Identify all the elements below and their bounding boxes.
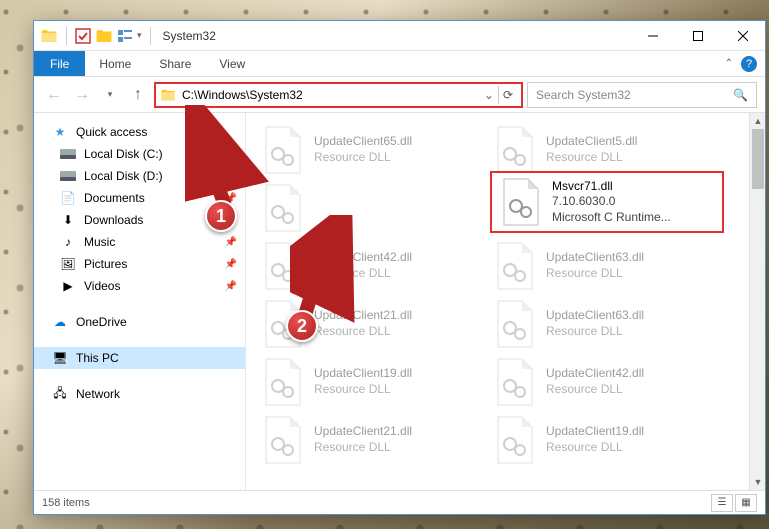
- quick-access-toolbar: ▾: [40, 27, 155, 45]
- file-item[interactable]: UpdateClient21.dllResource DLL: [254, 411, 486, 469]
- recent-locations-button[interactable]: ▾: [98, 83, 122, 107]
- nav-pictures[interactable]: 🖼 Pictures📌: [34, 253, 245, 275]
- scroll-thumb[interactable]: [752, 129, 764, 189]
- drive-icon: [60, 168, 76, 184]
- minimize-button[interactable]: [630, 21, 675, 51]
- pin-icon: 📌: [225, 149, 237, 160]
- forward-button[interactable]: →: [70, 83, 94, 107]
- file-item[interactable]: UpdateClient19.dllResource DLL: [254, 353, 486, 411]
- pin-icon: 📌: [225, 237, 237, 248]
- file-item[interactable]: UpdateClient19.dllResource DLL: [486, 411, 718, 469]
- scrollbar[interactable]: ▲ ▼: [749, 113, 765, 490]
- new-folder-icon[interactable]: [95, 27, 113, 45]
- scroll-down-icon[interactable]: ▼: [750, 474, 765, 490]
- tab-view[interactable]: View: [205, 51, 259, 76]
- qat-separator: [66, 27, 67, 45]
- nav-local-disk-d[interactable]: Local Disk (D:)📌: [34, 165, 245, 187]
- nav-videos[interactable]: ▶ Videos📌: [34, 275, 245, 297]
- search-placeholder: Search System32: [536, 88, 733, 102]
- scroll-up-icon[interactable]: ▲: [750, 113, 765, 129]
- titlebar: ▾ System32: [34, 21, 765, 51]
- details-view-button[interactable]: ☰: [711, 494, 733, 512]
- status-bar: 158 items ☰ ▦: [34, 490, 765, 514]
- downloads-icon: ⬇: [60, 212, 76, 228]
- music-icon: ♪: [60, 234, 76, 250]
- search-input[interactable]: Search System32 🔍: [527, 82, 757, 108]
- item-count: 158 items: [42, 497, 90, 509]
- maximize-button[interactable]: [675, 21, 720, 51]
- tab-home[interactable]: Home: [85, 51, 145, 76]
- address-bar[interactable]: C:\Windows\System32 ⌄ ⟳: [154, 82, 523, 108]
- file-item[interactable]: UpdateClient65.dllResource DLL: [254, 121, 486, 179]
- file-item[interactable]: UpdateClient42.dllResource DLL: [254, 237, 486, 295]
- window-title: System32: [163, 29, 216, 43]
- file-item-highlighted[interactable]: Msvcr71.dll 7.10.6030.0 Microsoft C Runt…: [490, 171, 724, 233]
- help-icon[interactable]: ?: [741, 56, 757, 72]
- file-name: Msvcr71.dll: [552, 179, 671, 195]
- tab-share[interactable]: Share: [145, 51, 205, 76]
- quick-access-header[interactable]: ★ Quick access: [34, 121, 245, 143]
- pc-icon: 🖥: [52, 350, 68, 366]
- qat-separator: [150, 27, 151, 45]
- star-icon: ★: [52, 124, 68, 140]
- documents-icon: 📄: [60, 190, 76, 206]
- address-bar-row: ← → ▾ ↑ C:\Windows\System32 ⌄ ⟳ Search S…: [34, 77, 765, 113]
- network-icon: 🖧: [52, 386, 68, 402]
- file-desc: Microsoft C Runtime...: [552, 210, 671, 226]
- nav-network[interactable]: 🖧 Network: [34, 383, 245, 405]
- search-icon: 🔍: [733, 88, 748, 102]
- dll-icon: [500, 178, 542, 226]
- pin-icon: 📌: [225, 259, 237, 270]
- file-version: 7.10.6030.0: [552, 194, 671, 210]
- window-controls: [630, 21, 765, 51]
- file-item[interactable]: UpdateClient42.dllResource DLL: [486, 353, 718, 411]
- videos-icon: ▶: [60, 278, 76, 294]
- qat-dropdown-icon[interactable]: ▾: [137, 30, 142, 41]
- icons-view-button[interactable]: ▦: [735, 494, 757, 512]
- refresh-icon[interactable]: ⟳: [503, 88, 513, 102]
- nav-onedrive[interactable]: ☁ OneDrive: [34, 311, 245, 333]
- callout-1: 1: [205, 200, 237, 232]
- explorer-window: ▾ System32 File Home Share View ⌃ ? ← → …: [33, 20, 766, 515]
- close-button[interactable]: [720, 21, 765, 51]
- body: ★ Quick access Local Disk (C:)📌 Local Di…: [34, 113, 765, 490]
- file-item[interactable]: UpdateClient63.dllResource DLL: [486, 295, 718, 353]
- callout-2: 2: [286, 310, 318, 342]
- folder-icon: [160, 87, 176, 103]
- file-tab[interactable]: File: [34, 51, 85, 76]
- navigation-pane: ★ Quick access Local Disk (C:)📌 Local Di…: [34, 113, 246, 490]
- folder-icon: [40, 27, 58, 45]
- up-button[interactable]: ↑: [126, 83, 150, 107]
- pin-icon: 📌: [225, 171, 237, 182]
- drive-icon: [60, 146, 76, 162]
- address-dropdown-icon[interactable]: ⌄: [484, 88, 494, 102]
- nav-this-pc[interactable]: 🖥 This PC: [34, 347, 245, 369]
- ribbon-tabs: File Home Share View ⌃ ?: [34, 51, 765, 77]
- file-item[interactable]: [254, 179, 486, 237]
- pictures-icon: 🖼: [60, 256, 76, 272]
- cloud-icon: ☁: [52, 314, 68, 330]
- address-path: C:\Windows\System32: [182, 88, 480, 102]
- pin-icon: 📌: [225, 281, 237, 292]
- checkbox-icon[interactable]: [75, 28, 91, 44]
- nav-local-disk-c[interactable]: Local Disk (C:)📌: [34, 143, 245, 165]
- file-item[interactable]: UpdateClient63.dllResource DLL: [486, 237, 718, 295]
- file-list[interactable]: UpdateClient65.dllResource DLL UpdateCli…: [246, 113, 765, 490]
- view-layout-icon[interactable]: [117, 28, 133, 44]
- nav-music[interactable]: ♪ Music📌: [34, 231, 245, 253]
- ribbon-collapse-icon[interactable]: ⌃: [725, 58, 733, 69]
- back-button[interactable]: ←: [42, 83, 66, 107]
